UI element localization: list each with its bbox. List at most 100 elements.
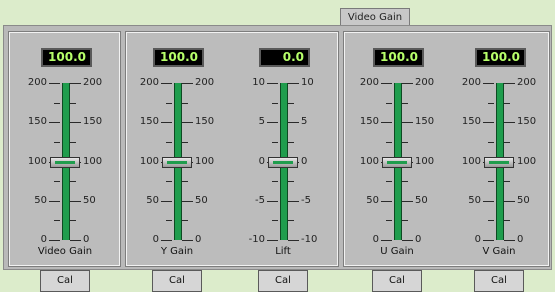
scale-label-left: 50 bbox=[146, 195, 159, 206]
scale-label-left: 100 bbox=[359, 156, 379, 167]
tab-video-gain[interactable]: Video Gain bbox=[340, 8, 410, 25]
minor-tick bbox=[386, 220, 392, 221]
scale-label-left: 100 bbox=[139, 156, 159, 167]
scale-label-left: 10 bbox=[252, 77, 265, 88]
major-tick bbox=[381, 83, 392, 84]
scale-label-right: -10 bbox=[301, 234, 318, 245]
minor-tick bbox=[54, 220, 60, 221]
scale-label-right: -5 bbox=[301, 195, 311, 206]
major-tick bbox=[70, 201, 81, 202]
scale-label-right: 200 bbox=[195, 77, 215, 88]
major-tick bbox=[182, 201, 193, 202]
minor-tick bbox=[488, 181, 494, 182]
slider-lift: 0.0 10 10 5 5 0 0 -5 -5 -10 -10 Lift Cal bbox=[228, 33, 338, 292]
cal-button[interactable]: Cal bbox=[474, 270, 524, 292]
minor-tick bbox=[402, 181, 408, 182]
scale-label-left: 50 bbox=[468, 195, 481, 206]
cal-button[interactable]: Cal bbox=[40, 270, 90, 292]
scale-label-right: 50 bbox=[517, 195, 530, 206]
major-tick bbox=[267, 122, 278, 123]
scale-label-left: 0 bbox=[258, 156, 265, 167]
slider-video-gain: 100.0 200 200 150 150 100 100 50 50 0 0 Video Gai… bbox=[10, 33, 120, 292]
minor-tick bbox=[288, 103, 294, 104]
major-tick bbox=[182, 240, 193, 241]
minor-tick bbox=[70, 103, 76, 104]
scale-label-right: 150 bbox=[415, 116, 435, 127]
slider-label: Y Gain bbox=[160, 246, 194, 257]
minor-tick bbox=[288, 142, 294, 143]
scale-label-right: 150 bbox=[195, 116, 215, 127]
minor-tick bbox=[386, 142, 392, 143]
minor-tick bbox=[70, 142, 76, 143]
cal-button[interactable]: Cal bbox=[152, 270, 202, 292]
minor-tick bbox=[386, 181, 392, 182]
scale-label-left: 50 bbox=[34, 195, 47, 206]
minor-tick bbox=[488, 142, 494, 143]
major-tick bbox=[49, 83, 60, 84]
scale-label-right: 100 bbox=[415, 156, 435, 167]
minor-tick bbox=[272, 142, 278, 143]
scale-label-left: 50 bbox=[366, 195, 379, 206]
scale-label-left: 150 bbox=[139, 116, 159, 127]
scale-label-right: 50 bbox=[195, 195, 208, 206]
scale-label-right: 0 bbox=[83, 234, 90, 245]
slider-thumb[interactable] bbox=[382, 157, 412, 168]
minor-tick bbox=[182, 220, 188, 221]
minor-tick bbox=[504, 220, 510, 221]
major-tick bbox=[402, 201, 413, 202]
major-tick bbox=[70, 240, 81, 241]
major-tick bbox=[182, 83, 193, 84]
scale-label-right: 100 bbox=[83, 156, 103, 167]
minor-tick bbox=[272, 220, 278, 221]
minor-tick bbox=[402, 103, 408, 104]
major-tick bbox=[161, 83, 172, 84]
scale-label-right: 100 bbox=[517, 156, 537, 167]
major-tick bbox=[402, 83, 413, 84]
slider-thumb[interactable] bbox=[50, 157, 80, 168]
major-tick bbox=[381, 122, 392, 123]
scale-label-left: 0 bbox=[474, 234, 481, 245]
major-tick bbox=[267, 240, 278, 241]
scale-label-left: 150 bbox=[461, 116, 481, 127]
major-tick bbox=[288, 240, 299, 241]
minor-tick bbox=[54, 142, 60, 143]
slider-thumb[interactable] bbox=[484, 157, 514, 168]
minor-tick bbox=[386, 103, 392, 104]
minor-tick bbox=[488, 103, 494, 104]
cal-button[interactable]: Cal bbox=[372, 270, 422, 292]
major-tick bbox=[402, 122, 413, 123]
major-tick bbox=[288, 201, 299, 202]
scale-label-right: 10 bbox=[301, 77, 314, 88]
major-tick bbox=[161, 201, 172, 202]
minor-tick bbox=[488, 220, 494, 221]
minor-tick bbox=[288, 220, 294, 221]
minor-tick bbox=[272, 103, 278, 104]
minor-tick bbox=[166, 103, 172, 104]
minor-tick bbox=[70, 220, 76, 221]
slider-thumb[interactable] bbox=[268, 157, 298, 168]
cal-button[interactable]: Cal bbox=[258, 270, 308, 292]
slider-u-gain: 100.0 200 200 150 150 100 100 50 50 0 0 U Gain Ca… bbox=[342, 33, 452, 292]
scale-label-left: 100 bbox=[27, 156, 47, 167]
slider-v-gain: 100.0 200 200 150 150 100 100 50 50 0 0 V Gain Ca… bbox=[444, 33, 554, 292]
major-tick bbox=[161, 122, 172, 123]
major-tick bbox=[381, 201, 392, 202]
minor-tick bbox=[166, 142, 172, 143]
scale-label-right: 150 bbox=[83, 116, 103, 127]
minor-tick bbox=[272, 181, 278, 182]
major-tick bbox=[504, 122, 515, 123]
scale-label-left: -10 bbox=[248, 234, 265, 245]
major-tick bbox=[267, 201, 278, 202]
major-tick bbox=[49, 201, 60, 202]
scale-label-left: 200 bbox=[27, 77, 47, 88]
slider-thumb[interactable] bbox=[162, 157, 192, 168]
major-tick bbox=[182, 122, 193, 123]
scale-label-right: 100 bbox=[195, 156, 215, 167]
minor-tick bbox=[54, 181, 60, 182]
minor-tick bbox=[288, 181, 294, 182]
scale-label-right: 200 bbox=[415, 77, 435, 88]
group-u-v: 100.0 200 200 150 150 100 100 50 50 0 0 U Gain Ca… bbox=[342, 31, 550, 292]
major-tick bbox=[70, 122, 81, 123]
major-tick bbox=[49, 122, 60, 123]
scale-label-left: 150 bbox=[27, 116, 47, 127]
